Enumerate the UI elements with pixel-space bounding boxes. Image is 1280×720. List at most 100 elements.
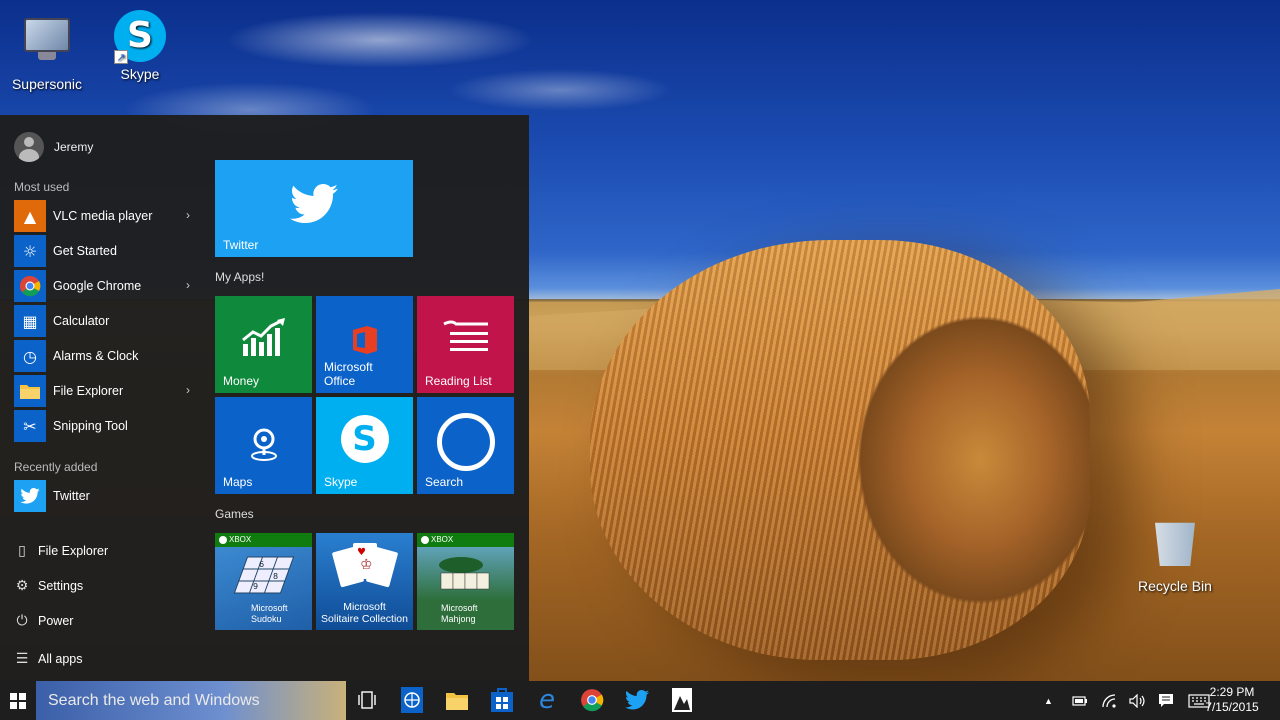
app-item-vlc[interactable]: ▲ VLC media player › — [14, 200, 194, 232]
action-center-icon[interactable] — [1158, 681, 1174, 720]
cortana-icon — [417, 413, 514, 471]
app-item-calculator[interactable]: ▦ Calculator — [14, 305, 194, 337]
chevron-right-icon[interactable]: › — [186, 278, 190, 292]
xbox-badge: XBOX — [215, 533, 312, 547]
user-account[interactable]: Jeremy — [14, 132, 93, 162]
wifi-icon[interactable] — [1101, 681, 1117, 720]
scissors-icon: ✂ — [14, 410, 46, 442]
power-icon: ⏻ — [16, 613, 28, 629]
start-settings[interactable]: ⚙ Settings — [14, 574, 83, 598]
app-item-label: Alarms & Clock — [53, 349, 139, 363]
tile-search[interactable]: Search — [417, 397, 514, 494]
svg-text:8: 8 — [273, 572, 278, 581]
app-item-file-explorer[interactable]: File Explorer › — [14, 375, 194, 407]
svg-text:6: 6 — [259, 560, 264, 569]
money-chart-icon — [215, 318, 312, 361]
bottom-item-label: All apps — [38, 652, 83, 666]
edge-globe-icon[interactable] — [397, 685, 427, 715]
folder-icon — [14, 375, 46, 407]
show-hidden-icons-icon[interactable]: ▲ — [1044, 681, 1053, 720]
wallpaper-haybale — [590, 240, 1090, 660]
desktop-icon-supersonic[interactable]: Supersonic — [2, 12, 92, 92]
start-all-apps[interactable]: ☰ All apps — [14, 647, 83, 671]
tile-group-my-apps: My Apps! — [215, 270, 265, 284]
mahjong-tiles-icon — [417, 551, 514, 600]
tile-label: Skype — [324, 475, 358, 489]
vlc-icon: ▲ — [14, 200, 46, 232]
task-view-icon[interactable] — [352, 685, 382, 715]
app-item-label: Google Chrome — [53, 279, 142, 293]
playing-cards-icon: ♥ ♔ — [316, 539, 413, 604]
chevron-right-icon[interactable]: › — [186, 208, 190, 222]
reading-list-icon — [417, 320, 514, 359]
app-item-label: VLC media player — [53, 209, 153, 223]
avatar — [14, 132, 44, 162]
alarm-clock-icon: ◷ — [14, 340, 46, 372]
tile-group-games: Games — [215, 507, 254, 521]
lightbulb-icon: ☼ — [14, 235, 46, 267]
tile-microsoft-office[interactable]: Microsoft Office — [316, 296, 413, 393]
most-used-heading: Most used — [14, 180, 70, 194]
desktop-icon-skype[interactable]: S ↗ Skype — [95, 10, 185, 82]
twitter-icon — [14, 480, 46, 512]
start-menu: Jeremy Most used ▲ VLC media player › ☼ … — [0, 115, 529, 681]
bottom-item-label: File Explorer — [38, 544, 109, 558]
taskbar-clock[interactable]: 2:29 PM 7/15/2015 — [1202, 685, 1262, 715]
bottom-item-label: Settings — [38, 579, 84, 593]
start-power[interactable]: ⏻ Power — [14, 609, 73, 633]
app-item-get-started[interactable]: ☼ Get Started — [14, 235, 194, 267]
file-explorer-icon[interactable] — [442, 685, 472, 715]
tile-label: Microsoft Solitaire Collection — [321, 601, 408, 625]
skype-icon: S — [316, 415, 413, 463]
start-file-explorer[interactable]: ▯ File Explorer — [14, 539, 108, 563]
tile-reading-list[interactable]: Reading List — [417, 296, 514, 393]
battery-icon[interactable] — [1072, 681, 1088, 720]
shortcut-arrow-icon: ↗ — [114, 50, 128, 64]
volume-icon[interactable] — [1129, 681, 1147, 720]
desktop-icon-label: Skype — [120, 66, 160, 82]
tile-skype[interactable]: S Skype — [316, 397, 413, 494]
app-item-alarms-clock[interactable]: ◷ Alarms & Clock — [14, 340, 194, 372]
office-icon — [316, 326, 413, 357]
tile-label: Maps — [223, 475, 253, 489]
chrome-icon — [14, 270, 46, 302]
app-item-google-chrome[interactable]: Google Chrome › — [14, 270, 194, 302]
skype-icon: S ↗ — [112, 10, 168, 64]
user-name: Jeremy — [54, 140, 94, 154]
tile-microsoft-sudoku[interactable]: XBOX 68 9 Microsoft Sudoku — [215, 533, 312, 630]
tile-maps[interactable]: Maps — [215, 397, 312, 494]
app-item-label: Get Started — [53, 244, 117, 258]
file-explorer-icon: ▯ — [18, 543, 26, 559]
twitter-icon — [215, 184, 413, 227]
internet-explorer-icon[interactable]: e — [532, 685, 562, 715]
app-item-snipping-tool[interactable]: ✂ Snipping Tool — [14, 410, 194, 442]
chrome-icon[interactable] — [577, 685, 607, 715]
computer-icon — [19, 18, 75, 70]
photos-icon[interactable] — [667, 685, 697, 715]
store-icon[interactable] — [487, 685, 517, 715]
gear-icon: ⚙ — [15, 578, 29, 594]
tile-microsoft-solitaire[interactable]: ♥ ♔ Microsoft Solitaire Collection — [316, 533, 413, 630]
start-button[interactable] — [0, 681, 36, 720]
svg-text:9: 9 — [253, 582, 258, 591]
twitter-icon[interactable] — [622, 685, 652, 715]
tile-twitter[interactable]: Twitter — [215, 160, 413, 257]
tile-label: Money — [223, 374, 260, 388]
chevron-right-icon[interactable]: › — [186, 383, 190, 397]
tile-label: Reading List — [425, 374, 492, 388]
app-item-label: Calculator — [53, 314, 110, 328]
search-input[interactable]: Search the web and Windows — [36, 681, 346, 720]
app-item-twitter[interactable]: Twitter — [14, 480, 194, 512]
tile-money[interactable]: Money — [215, 296, 312, 393]
windows-logo-icon — [10, 692, 26, 709]
tile-microsoft-mahjong[interactable]: XBOX Microsoft Mahjong — [417, 533, 514, 630]
tile-label: Twitter — [223, 238, 259, 252]
app-item-label: Twitter — [53, 489, 90, 503]
sudoku-grid-icon: 68 9 — [215, 553, 312, 600]
app-item-label: File Explorer — [53, 384, 124, 398]
desktop-icon-recycle-bin[interactable]: Recycle Bin — [1130, 518, 1220, 594]
desktop-icon-label: Supersonic — [11, 76, 83, 92]
recycle-bin-icon — [1147, 518, 1203, 572]
maps-pin-icon — [215, 427, 312, 464]
taskbar: Search the web and Windows e ▲ 2:29 PM 7… — [0, 681, 1280, 720]
